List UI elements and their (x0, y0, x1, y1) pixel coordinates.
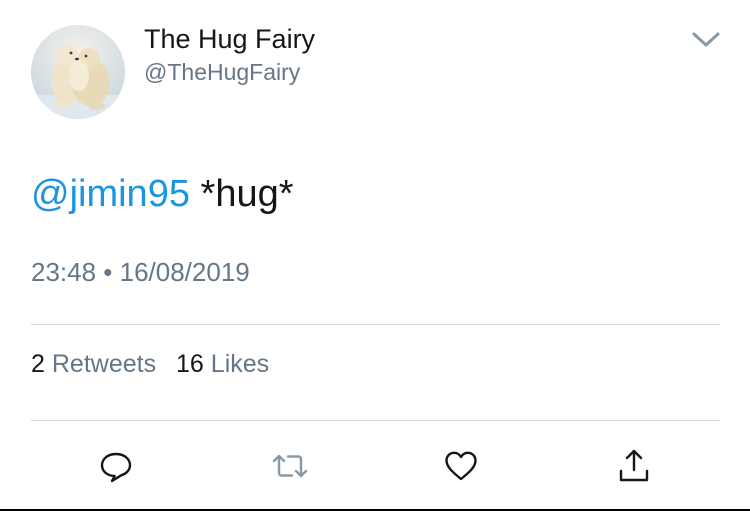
display-name[interactable]: The Hug Fairy (144, 22, 315, 56)
share-icon[interactable] (614, 446, 654, 486)
more-options-chevron-down-icon[interactable] (688, 26, 724, 52)
divider (31, 420, 720, 421)
tweet-text: @jimin95 *hug* (31, 170, 294, 218)
divider (31, 324, 720, 325)
heart-icon[interactable] (441, 446, 481, 486)
likes-count: 16 (176, 350, 204, 378)
retweet-icon[interactable] (270, 446, 310, 486)
tweet-detail: The Hug Fairy @TheHugFairy @jimin95 *hug… (0, 0, 750, 511)
engagement-stats: 2 Retweets 16 Likes (31, 347, 282, 381)
tweet-body-text: *hug* (189, 173, 294, 215)
likes-stat[interactable]: 16 Likes (176, 347, 269, 381)
likes-label: Likes (210, 350, 270, 378)
retweets-label: Retweets (51, 350, 157, 378)
avatar[interactable] (31, 25, 125, 119)
mention-link[interactable]: @jimin95 (31, 173, 190, 215)
user-handle[interactable]: @TheHugFairy (144, 58, 300, 86)
tweet-timestamp[interactable]: 23:48 • 16/08/2019 (31, 255, 250, 289)
action-bar (0, 440, 750, 490)
retweets-stat[interactable]: 2 Retweets (31, 347, 156, 381)
polar-bears-avatar-image (31, 25, 125, 119)
retweets-count: 2 (31, 350, 45, 378)
reply-icon[interactable] (96, 446, 136, 486)
